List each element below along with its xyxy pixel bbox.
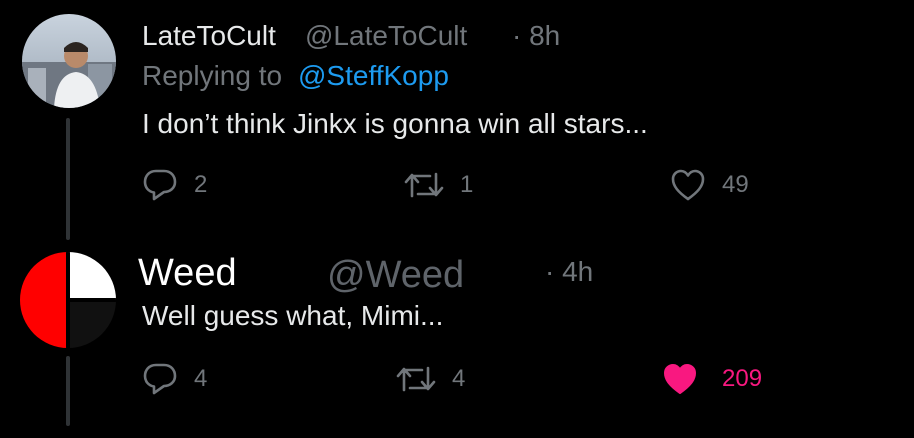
replying-to-handle[interactable]: @SteffKopp — [298, 60, 449, 92]
like-count: 209 — [722, 365, 763, 392]
user-handle[interactable]: @Weed — [327, 254, 464, 297]
avatar[interactable] — [22, 14, 116, 108]
like-count: 49 — [722, 171, 749, 198]
timestamp[interactable]: · 4h — [545, 256, 593, 288]
reply-button[interactable]: 4 — [142, 362, 207, 396]
display-name[interactable]: LateToCult — [142, 20, 276, 52]
retweet-count: 1 — [460, 171, 474, 198]
thread-line — [66, 356, 70, 426]
timestamp[interactable]: · 8h — [512, 20, 560, 52]
user-handle[interactable]: @LateToCult — [305, 20, 467, 52]
reply-count: 2 — [194, 171, 208, 198]
retweet-button[interactable]: 4 — [396, 364, 465, 394]
thread-line — [66, 118, 70, 240]
avatar[interactable] — [20, 252, 116, 348]
tweet-text: Well guess what, Mimi... — [142, 300, 444, 331]
retweet-icon — [404, 170, 444, 200]
reply-button[interactable]: 2 — [142, 168, 207, 202]
tweet-text: I don’t think Jinkx is gonna win all sta… — [142, 108, 648, 139]
reply-icon — [142, 168, 178, 202]
reply-count: 4 — [194, 365, 208, 392]
like-button[interactable]: 49 — [670, 168, 749, 202]
retweet-count: 4 — [452, 365, 466, 392]
like-button[interactable]: 209 — [662, 362, 762, 396]
replying-to-label: Replying to — [142, 60, 283, 91]
reply-icon — [142, 362, 178, 396]
display-name[interactable]: Weed — [138, 252, 237, 295]
retweet-button[interactable]: 1 — [404, 170, 473, 200]
retweet-icon — [396, 364, 436, 394]
heart-icon — [662, 362, 698, 396]
heart-icon — [670, 168, 706, 202]
